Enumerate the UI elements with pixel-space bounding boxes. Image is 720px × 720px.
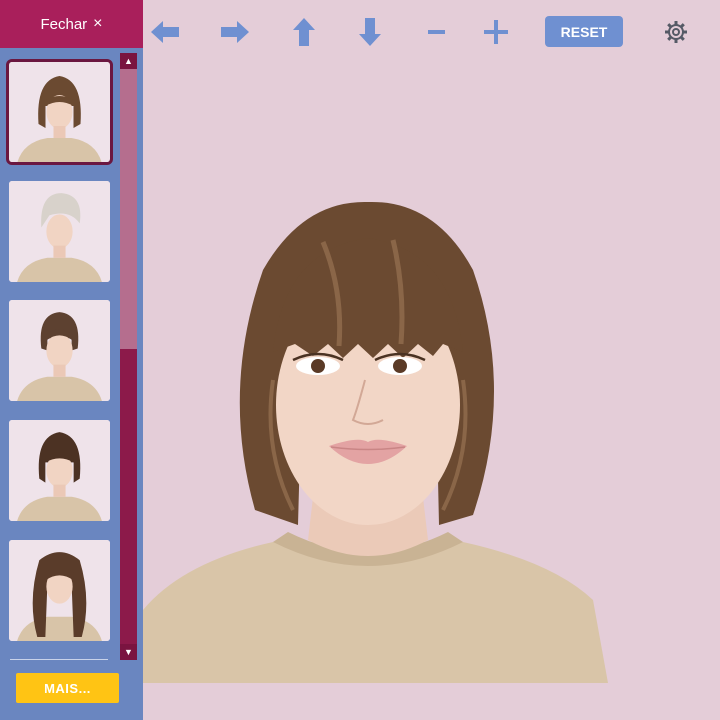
close-sidebar-button[interactable]: Fechar ×	[0, 0, 143, 48]
more-hairstyles-button[interactable]: MAIS...	[16, 673, 119, 703]
move-left-button[interactable]	[147, 14, 183, 50]
scroll-up-icon[interactable]: ▲	[120, 53, 137, 69]
plus-icon	[484, 20, 508, 44]
hairstyle-thumbnail-3[interactable]	[9, 300, 110, 401]
hairstyle-thumbnail-4[interactable]	[9, 420, 110, 521]
portrait-bob-dark	[9, 300, 110, 401]
arrow-down-icon	[359, 18, 381, 46]
sidebar-divider	[10, 659, 108, 660]
scroll-down-icon[interactable]: ▼	[120, 644, 137, 660]
portrait-bob-brown	[9, 62, 110, 162]
hairstyle-thumbnail-2[interactable]	[9, 181, 110, 282]
portrait-short-blonde	[9, 181, 110, 282]
arrow-right-icon	[221, 21, 249, 43]
hairstyle-thumbnail-1[interactable]	[6, 59, 113, 165]
arrow-up-icon	[293, 18, 315, 46]
close-label: Fechar	[40, 15, 88, 33]
hairstyle-thumbnail-5[interactable]	[9, 540, 110, 641]
thumbnail-scrollbar[interactable]: ▲ ▼	[120, 53, 137, 660]
hairstyle-preview[interactable]	[143, 180, 613, 683]
move-right-button[interactable]	[217, 14, 253, 50]
minus-icon	[428, 30, 445, 34]
scrollbar-thumb[interactable]	[120, 69, 137, 349]
zoom-in-button[interactable]	[478, 14, 514, 50]
move-down-button[interactable]	[352, 14, 388, 50]
settings-button[interactable]	[663, 19, 689, 45]
reset-button[interactable]: RESET	[545, 16, 623, 47]
zoom-out-button[interactable]	[418, 14, 454, 50]
arrow-left-icon	[151, 21, 179, 43]
move-up-button[interactable]	[286, 14, 322, 50]
model-portrait	[143, 201, 608, 683]
close-icon: ×	[93, 15, 103, 32]
portrait-bob-bangs	[9, 420, 110, 521]
portrait-long-wavy	[9, 540, 110, 641]
gear-icon	[665, 21, 687, 43]
hairstyle-sidebar: Fechar × ▲ ▼ MAIS...	[0, 0, 143, 720]
